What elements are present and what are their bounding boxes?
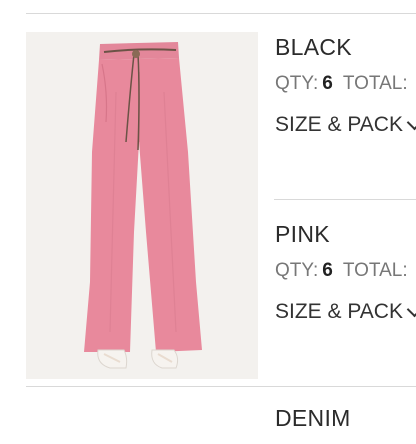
variant-color-name: DENIM — [275, 405, 351, 431]
variant-divider — [274, 199, 416, 200]
section-divider — [26, 386, 416, 387]
top-divider — [26, 13, 416, 14]
qty-value: 6 — [322, 260, 333, 281]
chevron-down-icon — [406, 301, 416, 317]
qty-value: 6 — [322, 73, 333, 94]
size-pack-dropdown[interactable]: SIZE & PACK — [275, 300, 416, 324]
size-pack-label: SIZE & PACK — [275, 300, 403, 323]
size-pack-dropdown[interactable]: SIZE & PACK — [275, 113, 416, 137]
variant-pink: PINK QTY: 6 TOTAL: SIZE & PACK — [275, 221, 416, 324]
total-label: TOTAL: — [342, 260, 408, 281]
product-image[interactable] — [26, 32, 258, 379]
qty-row: QTY: 6 TOTAL: — [275, 260, 416, 282]
total-label: TOTAL: — [342, 73, 408, 94]
qty-row: QTY: 6 TOTAL: — [275, 73, 416, 95]
variant-black: BLACK QTY: 6 TOTAL: SIZE & PACK — [275, 34, 416, 137]
variant-color-name: BLACK — [275, 34, 352, 60]
variant-denim: DENIM — [275, 405, 416, 431]
size-pack-label: SIZE & PACK — [275, 113, 403, 136]
variant-color-name: PINK — [275, 221, 330, 247]
chevron-down-icon — [406, 114, 416, 130]
qty-label: QTY: — [275, 260, 319, 281]
qty-label: QTY: — [275, 73, 319, 94]
